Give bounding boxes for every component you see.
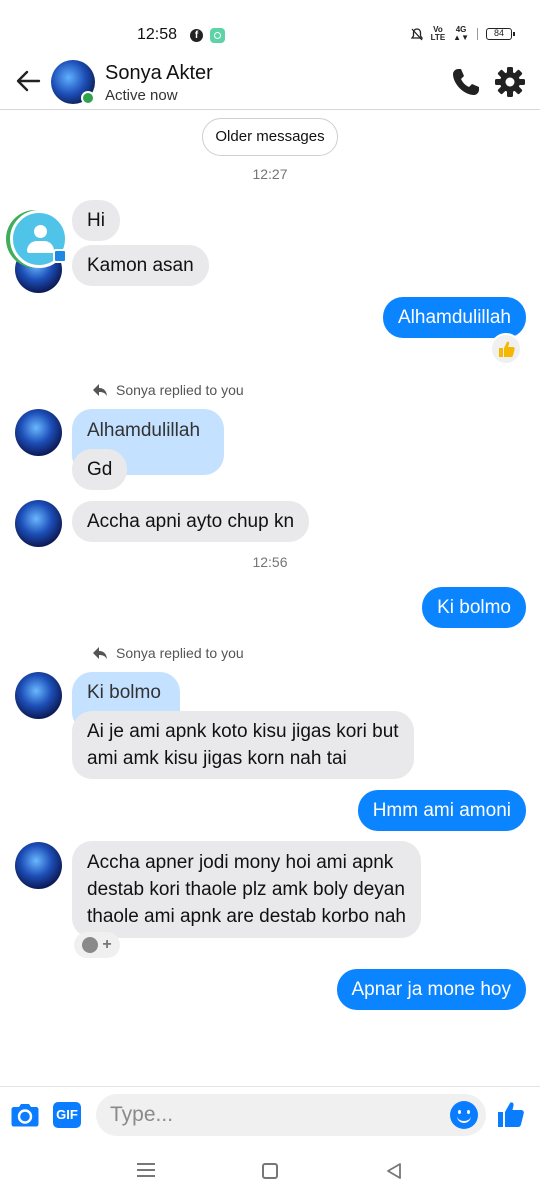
chat-head-overlay[interactable]	[10, 210, 68, 268]
active-status: Active now	[105, 87, 178, 104]
thumbs-up-reaction-icon[interactable]	[490, 333, 522, 365]
avatar[interactable]	[15, 409, 62, 456]
add-reaction-button[interactable]: +	[74, 932, 120, 958]
timestamp: 12:27	[252, 166, 288, 182]
reply-arrow-icon	[93, 647, 107, 659]
plus-icon: +	[102, 936, 112, 953]
status-bar: 12:58 f Vo LTE 4G ▲▼ 84	[0, 0, 540, 62]
phone-icon[interactable]	[450, 66, 482, 98]
status-icons: Vo LTE 4G ▲▼ 84	[410, 25, 515, 42]
person-icon	[34, 225, 47, 238]
message-bubble-incoming[interactable]: Accha apner jodi mony hoi ami apnk desta…	[72, 841, 421, 938]
message-bubble-outgoing[interactable]: Alhamdulillah	[382, 297, 526, 338]
reply-note-text: Sonya replied to you	[116, 645, 244, 661]
battery-icon: 84	[486, 28, 515, 40]
smiley-icon	[82, 937, 99, 953]
message-line: thaole ami apnk are destab korbo nah	[87, 906, 406, 927]
person-icon-body	[27, 241, 54, 253]
message-bubble-outgoing[interactable]: Apnar ja mone hoy	[336, 969, 526, 1010]
signal-icon: 4G ▲▼	[453, 25, 469, 42]
app-icon	[210, 28, 225, 43]
volte-indicator: Vo LTE	[430, 25, 446, 42]
message-bubble-outgoing[interactable]: Hmm ami amoni	[357, 790, 526, 831]
avatar[interactable]	[15, 672, 62, 719]
message-composer: GIF	[0, 1086, 540, 1142]
menu-icon[interactable]	[137, 1163, 155, 1177]
back-arrow-icon[interactable]	[14, 66, 44, 96]
avatar[interactable]	[15, 842, 62, 889]
thumbs-up-icon[interactable]	[496, 1099, 526, 1129]
message-input-container[interactable]	[96, 1094, 486, 1136]
message-line: destab kori thaole plz amk boly deyan	[87, 879, 405, 900]
divider	[477, 28, 478, 40]
message-line: Accha apner jodi mony hoi ami apnk	[87, 852, 394, 873]
camera-icon[interactable]	[10, 1101, 40, 1129]
message-bubble-incoming[interactable]: Kamon asan	[72, 245, 209, 286]
message-bubble-incoming[interactable]: Accha apni ayto chup kn	[72, 501, 310, 542]
message-line: ami amk kisu jigas korn nah tai	[87, 748, 347, 769]
status-time: 12:58	[137, 26, 178, 43]
reply-indicator: Sonya replied to you	[92, 382, 244, 398]
back-triangle-icon[interactable]	[385, 1162, 403, 1180]
home-icon[interactable]	[262, 1163, 278, 1179]
avatar[interactable]	[15, 500, 62, 547]
gear-icon[interactable]	[494, 66, 526, 98]
system-navigation-bar	[0, 1145, 540, 1200]
message-bubble-incoming[interactable]: Hi	[72, 200, 120, 241]
messenger-badge-icon	[53, 249, 67, 263]
message-input[interactable]	[110, 1100, 430, 1130]
message-line: Ai je ami apnk koto kisu jigas kori but	[87, 721, 399, 742]
gif-button[interactable]: GIF	[53, 1102, 81, 1128]
older-messages-button[interactable]: Older messages	[202, 118, 338, 156]
facebook-icon: f	[190, 29, 203, 42]
reply-arrow-icon	[93, 384, 107, 396]
contact-name[interactable]: Sonya Akter	[105, 62, 213, 85]
emoji-icon[interactable]	[450, 1101, 478, 1129]
mute-icon	[410, 27, 423, 40]
message-bubble-incoming[interactable]: Ai je ami apnk koto kisu jigas kori but …	[72, 711, 414, 779]
online-status-dot	[81, 91, 95, 105]
conversation-header: Sonya Akter Active now	[0, 56, 540, 110]
reply-note-text: Sonya replied to you	[116, 382, 244, 398]
timestamp: 12:56	[252, 554, 288, 570]
reply-indicator: Sonya replied to you	[92, 645, 244, 661]
message-bubble-outgoing[interactable]: Ki bolmo	[422, 587, 526, 628]
message-bubble-incoming[interactable]: Gd	[72, 449, 128, 490]
